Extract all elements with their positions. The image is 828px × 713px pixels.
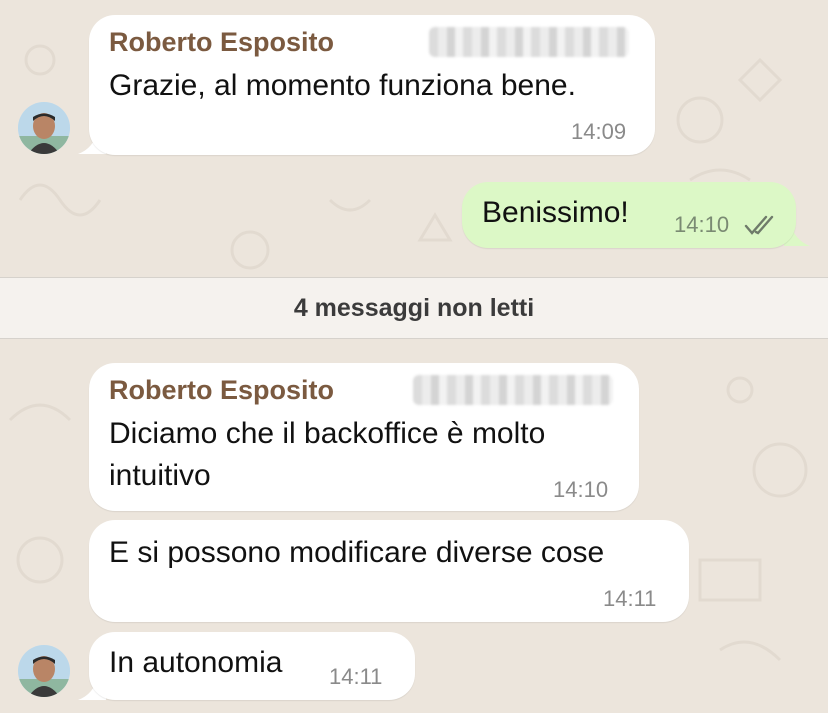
message-time: 14:10 [674,212,730,237]
unread-messages-divider: 4 messaggi non letti [0,277,828,339]
contact-avatar[interactable] [18,645,70,697]
message-time: 14:09 [571,119,627,144]
message-bubble-incoming[interactable]: E si possono modificare diverse cose 14:… [89,520,689,622]
message-bubble-incoming[interactable]: In autonomia 14:11 [89,632,415,700]
message-text: Benissimo! [482,196,629,229]
message-text: Grazie, al momento funziona bene. [109,69,576,102]
sender-name[interactable]: Roberto Esposito [109,375,334,406]
unread-divider-label: 4 messaggi non letti [293,293,535,322]
redacted-phone-number [413,375,613,405]
message-time: 14:11 [603,586,657,611]
avatar-photo [18,645,70,697]
message-text: E si possono modificare diverse cose [109,536,605,569]
sender-name[interactable]: Roberto Esposito [109,27,334,58]
message-time: 14:10 [553,477,609,502]
message-bubble-outgoing[interactable]: Benissimo! 14:10 [462,182,796,248]
message-text: Diciamo che il backoffice è molto intuit… [109,417,546,492]
avatar-photo [18,102,70,154]
message-text: In autonomia [109,646,283,679]
redacted-phone-number [429,27,629,57]
contact-avatar[interactable] [18,102,70,154]
message-time: 14:11 [329,664,383,689]
message-bubble-incoming[interactable]: Roberto Esposito Diciamo che il backoffi… [89,363,639,511]
double-check-icon [744,215,774,235]
message-bubble-incoming[interactable]: Roberto Esposito Grazie, al momento funz… [89,15,655,155]
